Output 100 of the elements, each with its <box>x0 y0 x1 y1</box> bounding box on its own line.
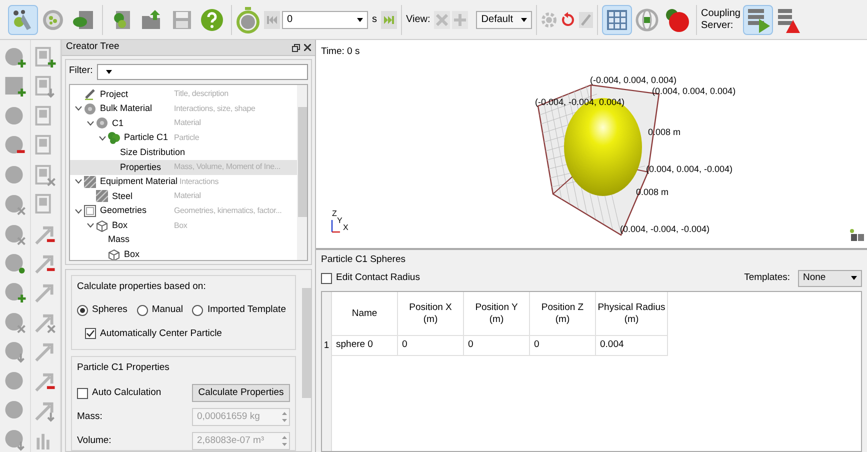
tree-item[interactable]: Steel Material <box>70 189 297 204</box>
mode-button[interactable] <box>8 4 38 34</box>
caret-icon <box>106 70 112 74</box>
item-description: Box <box>174 220 188 232</box>
caret-icon <box>851 276 857 280</box>
pencil-icon <box>84 88 96 100</box>
column-header[interactable]: Physical Radius (m) <box>596 292 668 336</box>
tree-item[interactable]: Equipment Material Interactions <box>70 174 297 190</box>
help-icon <box>200 8 224 32</box>
column-header[interactable]: Position Y (m) <box>464 292 530 336</box>
item-label: Box <box>112 218 128 232</box>
hatched-square-icon <box>96 190 108 202</box>
sphere-tool-icon[interactable] <box>2 340 27 364</box>
sphere-tool-icon[interactable] <box>2 310 27 334</box>
item-description: Geometries, kinematics, factor... <box>174 205 282 218</box>
tree-item[interactable]: Box <box>70 248 297 260</box>
time-readout: Time: 0 s <box>321 45 360 59</box>
table-cell: sphere 0 <box>332 336 398 356</box>
radio-button[interactable] <box>77 304 88 316</box>
item-label: Size Distribution <box>120 146 186 159</box>
checkbox-label: Auto Calculation <box>92 386 162 400</box>
sphere-tool-icon[interactable] <box>2 75 27 99</box>
tree-item[interactable]: Size Distribution <box>70 145 297 160</box>
grid-button[interactable] <box>602 4 632 34</box>
templates-select[interactable]: None <box>798 270 862 286</box>
filter-field[interactable] <box>96 64 308 80</box>
view-select[interactable]: Default <box>476 10 532 28</box>
particle-icon <box>108 132 120 144</box>
time-unit: s <box>372 13 377 27</box>
tree-item[interactable]: Box Box <box>70 218 297 233</box>
item-label: Geometries <box>100 204 147 218</box>
item-label: Mass <box>108 233 130 246</box>
column-header[interactable]: Position X (m) <box>398 292 464 336</box>
tool-icon[interactable] <box>33 46 58 70</box>
tree-item[interactable]: Project Title, description <box>70 87 297 102</box>
item-description: Interactions <box>180 176 219 188</box>
coordinate-label: (0.004, 0.004, 0.004) <box>652 86 736 96</box>
tree-item[interactable]: Properties Mass, Volume, Moment of Ine... <box>70 160 297 175</box>
item-description: Title, description <box>174 88 228 100</box>
filter-label: Filter: <box>69 64 93 78</box>
column-header[interactable]: Position Z (m) <box>530 292 596 336</box>
item-description: Interactions, size, shape <box>174 102 256 115</box>
sphere-tool-icon[interactable] <box>2 428 27 452</box>
tree-item[interactable]: Geometries Geometries, kinematics, factor... <box>70 204 297 218</box>
sphere-tool-icon[interactable] <box>2 252 27 276</box>
calculate-button[interactable]: Calculate Properties <box>192 384 290 402</box>
item-description: Material <box>174 190 201 202</box>
panel-title: Creator Tree <box>66 40 120 54</box>
step-back-button[interactable] <box>264 10 280 28</box>
item-label: Equipment Material <box>100 175 178 188</box>
templates-label: Templates: <box>744 270 790 285</box>
tree-item[interactable]: Particle C1 Particle <box>70 130 297 146</box>
start-server-button[interactable] <box>742 4 773 34</box>
sphere-tool-icon[interactable] <box>2 281 27 305</box>
item-label: Box <box>124 248 140 260</box>
item-label: Project <box>100 88 128 101</box>
radio-button[interactable] <box>192 304 204 316</box>
close-icon <box>436 14 448 26</box>
checkbox[interactable] <box>85 328 96 340</box>
chevron-down-icon[interactable] <box>74 179 82 184</box>
view-label: View: <box>406 13 430 27</box>
save-icon <box>171 8 193 30</box>
radio-label: Spheres <box>92 303 128 318</box>
column-header[interactable]: Name <box>332 292 398 336</box>
step-forward-button[interactable] <box>381 10 397 28</box>
hatched-square-icon <box>84 176 96 188</box>
chevron-down-icon[interactable] <box>98 136 106 141</box>
tool-icon[interactable] <box>33 164 58 188</box>
sphere-tool-icon[interactable] <box>2 193 27 217</box>
tree-item[interactable]: Bulk Material Interactions, size, shape <box>70 102 297 116</box>
checkbox-label: Automatically Center Particle <box>100 326 222 340</box>
radio-label: Manual <box>152 303 184 318</box>
tree-item[interactable]: Mass <box>70 232 297 248</box>
skip-forward-icon <box>384 14 394 24</box>
checkbox-label: Edit Contact Radius <box>336 270 420 285</box>
item-label: Steel <box>112 190 133 203</box>
chevron-down-icon[interactable] <box>86 223 94 228</box>
item-description: Mass, Volume, Moment of Ine... <box>174 161 280 174</box>
radio-button[interactable] <box>136 304 148 316</box>
checkbox[interactable] <box>321 272 332 284</box>
server-warning-icon <box>776 6 800 32</box>
grid-icon <box>606 8 628 30</box>
float-icon[interactable] <box>292 44 300 52</box>
chevron-down-icon[interactable] <box>74 106 82 112</box>
table-cell: 0.004 <box>596 336 668 356</box>
scrollbar[interactable] <box>297 85 307 260</box>
sphere-tool-icon[interactable] <box>2 46 27 70</box>
logo-icon <box>849 228 865 242</box>
tool-icon[interactable] <box>33 75 58 99</box>
chevron-down-icon[interactable] <box>74 208 82 214</box>
check-icon <box>86 329 95 338</box>
tree-item[interactable]: C1 Material <box>70 116 297 131</box>
chevron-down-icon[interactable] <box>86 120 94 126</box>
axis-label: Z <box>332 210 337 218</box>
close-icon[interactable] <box>304 44 311 51</box>
simulator-icon <box>41 8 65 32</box>
checkbox[interactable] <box>77 388 88 398</box>
row-number: 1 <box>322 338 330 353</box>
time-field[interactable]: 0 <box>282 10 368 28</box>
sphere-tool-icon[interactable] <box>2 222 27 246</box>
